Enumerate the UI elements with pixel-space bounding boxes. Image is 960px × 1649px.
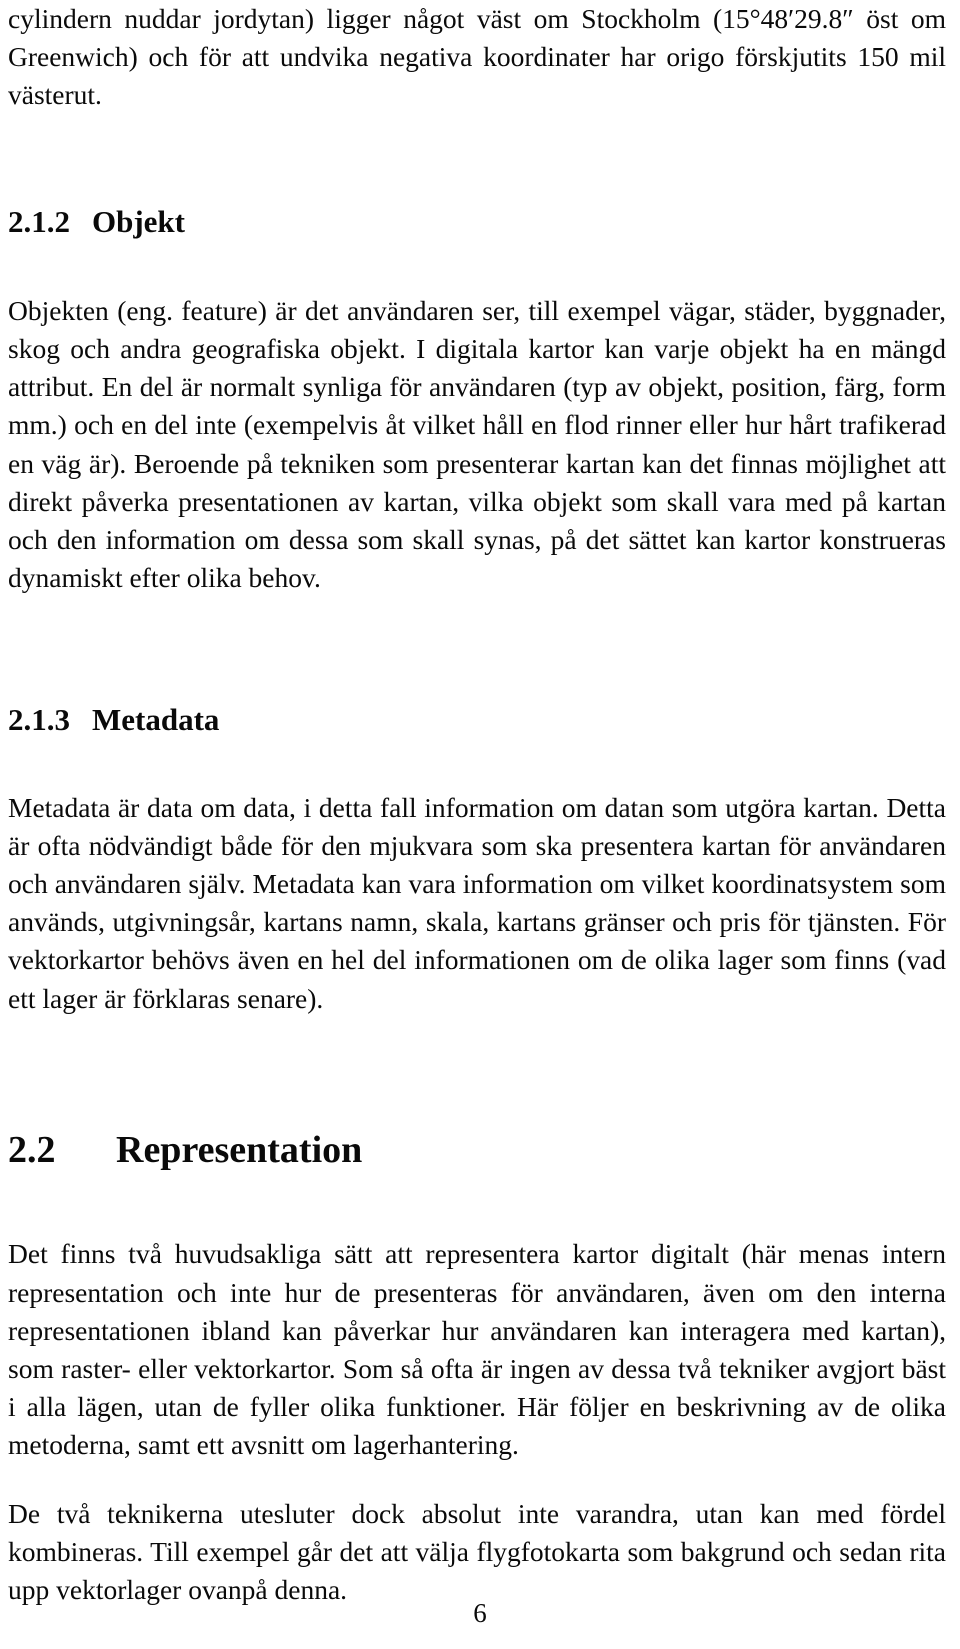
vertical-spacer <box>8 1173 946 1235</box>
paragraph-representation-1: Det finns två huvudsakliga sätt att repr… <box>8 1238 946 1461</box>
heading-section-2-2: 2.2 Representation <box>8 1128 946 1174</box>
paragraph-metadata: Metadata är data om data, i detta fall i… <box>8 791 946 1014</box>
paragraph-objekt: Objekten (eng. feature) är det användare… <box>8 294 946 594</box>
heading-title: Metadata <box>92 702 220 738</box>
heading-title: Objekt <box>92 203 185 239</box>
page-number: 6 <box>473 1598 487 1628</box>
heading-title: Representation <box>116 1128 363 1171</box>
heading-section-2-1-2: 2.1.2 Objekt <box>8 203 946 240</box>
vertical-spacer <box>8 1465 946 1495</box>
heading-number: 2.1.3 <box>8 702 70 738</box>
heading-section-2-1-3: 2.1.3 Metadata <box>8 701 946 738</box>
heading-number: 2.1.2 <box>8 203 70 239</box>
heading-number: 2.2 <box>8 1128 56 1171</box>
paragraph-representation-2: De två teknikerna utesluter dock absolut… <box>8 1497 946 1606</box>
vertical-spacer <box>8 115 946 203</box>
vertical-spacer <box>8 1018 946 1128</box>
intro-paragraph-continued: cylindern nuddar jordytan) ligger något … <box>8 3 946 111</box>
vertical-spacer <box>8 597 946 701</box>
document-page: cylindern nuddar jordytan) ligger något … <box>0 0 960 1649</box>
vertical-spacer <box>8 240 946 292</box>
vertical-spacer <box>8 739 946 789</box>
